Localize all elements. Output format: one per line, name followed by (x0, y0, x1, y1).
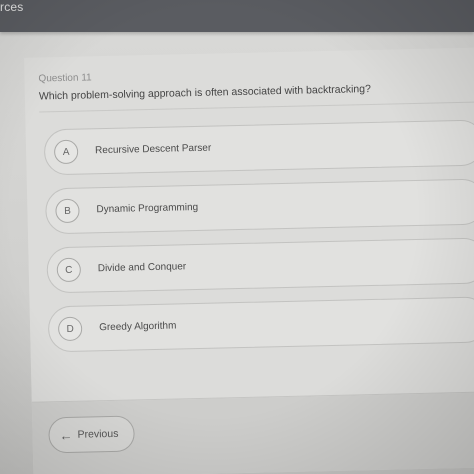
answer-option-a[interactable]: A Recursive Descent Parser (43, 119, 474, 176)
top-bar: rces (0, 0, 474, 32)
arrow-left-icon: ← (59, 427, 73, 443)
option-letter-badge: A (53, 139, 79, 165)
question-card-body: Question 11 Which problem-solving approa… (23, 47, 474, 403)
answer-option-c[interactable]: C Divide and Conquer (46, 237, 474, 294)
previous-button-label: Previous (77, 427, 119, 441)
question-divider (39, 101, 474, 113)
question-text: Which problem-solving approach is often … (38, 83, 372, 103)
option-label: Dynamic Programming (96, 201, 199, 216)
screen: rces Question 11 Which problem-solving a… (0, 0, 474, 474)
answer-option-b[interactable]: B Dynamic Programming (44, 178, 474, 235)
question-container: Question 11 Which problem-solving approa… (18, 47, 474, 474)
option-label: Divide and Conquer (97, 261, 187, 275)
question-card: Question 11 Which problem-solving approa… (23, 47, 474, 474)
option-label: Greedy Algorithm (99, 320, 177, 334)
question-number: Question 11 (38, 72, 92, 85)
option-letter-badge: B (55, 198, 80, 224)
option-label: Recursive Descent Parser (94, 142, 212, 157)
top-bar-title: rces (0, 0, 24, 14)
answer-option-d[interactable]: D Greedy Algorithm (47, 296, 474, 353)
previous-button[interactable]: ← Previous (48, 415, 135, 454)
option-letter-badge: C (56, 257, 82, 283)
option-letter-badge: D (57, 316, 83, 342)
